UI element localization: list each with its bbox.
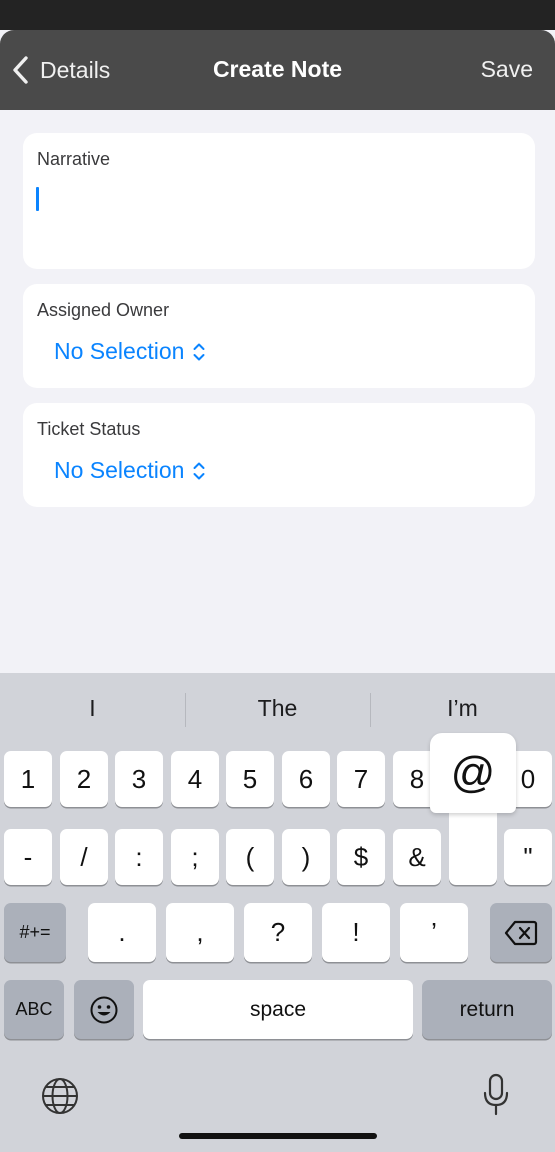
key-popup-at: @ <box>430 733 516 813</box>
navigation-bar: Details Create Note Save <box>0 30 555 110</box>
key-colon[interactable]: : <box>115 829 163 885</box>
suggestion-2[interactable]: The <box>185 695 370 722</box>
key-semicolon[interactable]: ; <box>171 829 219 885</box>
form-content: Narrative Assigned Owner No Selection Ti… <box>0 110 555 673</box>
key-dollar[interactable]: $ <box>337 829 385 885</box>
ticket-status-card: Ticket Status No Selection <box>23 403 535 507</box>
key-question[interactable]: ? <box>244 903 312 962</box>
key-6[interactable]: 6 <box>282 751 330 807</box>
suggestion-3[interactable]: I’m <box>370 695 555 722</box>
backspace-icon <box>504 920 538 945</box>
more-symbols-key[interactable]: #+= <box>4 903 66 962</box>
assigned-owner-picker[interactable]: No Selection <box>54 338 206 365</box>
save-button[interactable]: Save <box>481 56 533 83</box>
globe-icon[interactable] <box>40 1076 80 1116</box>
assigned-owner-value: No Selection <box>54 338 185 364</box>
key-slash[interactable]: / <box>60 829 108 885</box>
key-ampersand[interactable]: & <box>393 829 441 885</box>
key-7[interactable]: 7 <box>337 751 385 807</box>
suggestion-1[interactable]: I <box>0 695 185 722</box>
chevron-up-down-icon <box>193 462 205 479</box>
abc-key[interactable]: ABC <box>4 980 64 1039</box>
microphone-icon[interactable] <box>481 1073 511 1117</box>
emoji-key[interactable] <box>74 980 134 1039</box>
delete-key[interactable] <box>490 903 552 962</box>
key-close-paren[interactable]: ) <box>282 829 330 885</box>
home-indicator <box>179 1133 377 1139</box>
page-title: Create Note <box>212 56 343 82</box>
assigned-owner-label: Assigned Owner <box>37 300 170 320</box>
space-key[interactable]: space <box>143 980 413 1039</box>
key-1[interactable]: 1 <box>4 751 52 807</box>
status-bar <box>0 0 555 30</box>
key-3[interactable]: 3 <box>115 751 163 807</box>
narrative-field[interactable]: Narrative <box>23 133 535 269</box>
key-period[interactable]: . <box>88 903 156 962</box>
key-open-paren[interactable]: ( <box>226 829 274 885</box>
emoji-icon <box>90 996 118 1023</box>
key-comma[interactable]: , <box>166 903 234 962</box>
ticket-status-picker[interactable]: No Selection <box>54 457 206 484</box>
key-exclamation[interactable]: ! <box>322 903 390 962</box>
key-5[interactable]: 5 <box>226 751 274 807</box>
ticket-status-value: No Selection <box>54 457 185 483</box>
key-at[interactable] <box>449 805 497 885</box>
key-hyphen[interactable]: - <box>4 829 52 885</box>
key-quote[interactable]: " <box>504 829 552 885</box>
assigned-owner-card: Assigned Owner No Selection <box>23 284 535 388</box>
ticket-status-label: Ticket Status <box>37 419 141 439</box>
narrative-label: Narrative <box>37 149 111 169</box>
text-cursor <box>36 187 39 211</box>
chevron-up-down-icon <box>193 343 205 360</box>
key-4[interactable]: 4 <box>171 751 219 807</box>
key-apostrophe[interactable]: ’ <box>400 903 468 962</box>
return-key[interactable]: return <box>422 980 552 1039</box>
key-2[interactable]: 2 <box>60 751 108 807</box>
